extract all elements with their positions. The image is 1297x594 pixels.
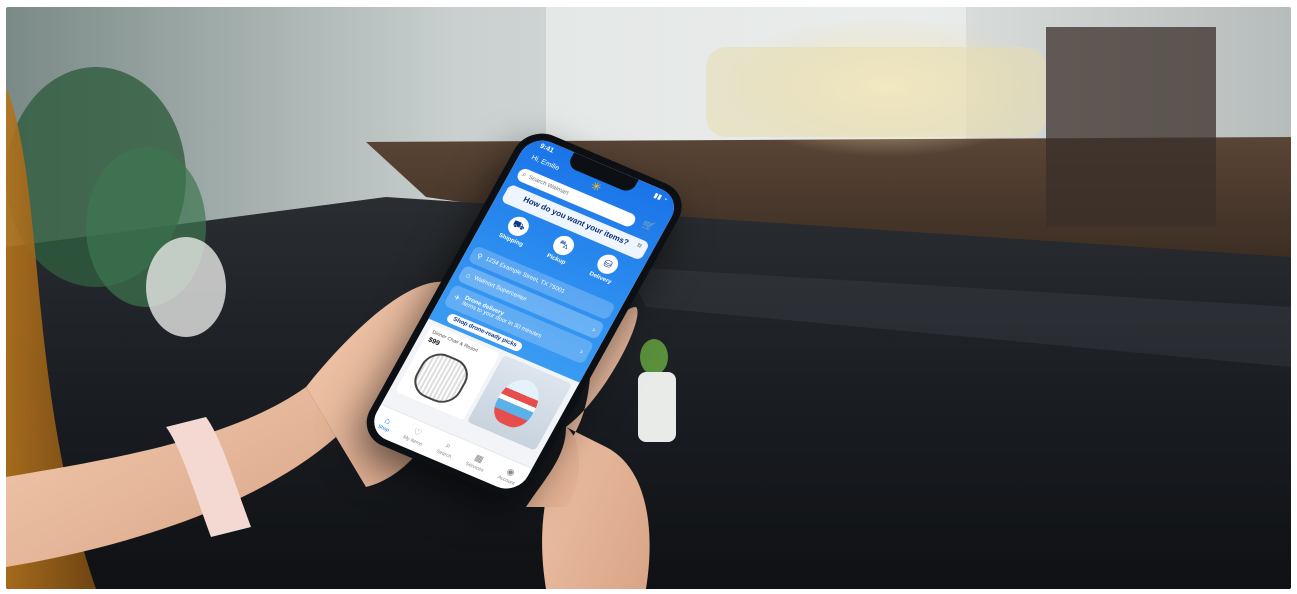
tab-shop[interactable]: ⌂ Shop (377, 414, 396, 433)
search-icon: ⌕ (443, 440, 454, 451)
drone-icon: ✈ (452, 294, 462, 303)
background-scene (6, 7, 1291, 589)
tab-label: Search (434, 448, 453, 460)
location-pin-icon: ⚲ (475, 252, 484, 262)
photo-frame: 9:41 ▮▮ ◔ Hi, Emilie ✳ ⌕ 🛒 How do you wa… (6, 7, 1291, 589)
tab-search[interactable]: ⌕ Search (435, 438, 458, 460)
tab-services[interactable]: ▦ Services (464, 450, 490, 473)
sno-cone-image (487, 373, 547, 433)
store-icon: ⌂ (464, 271, 473, 280)
tab-account[interactable]: ◉ Account (496, 464, 521, 487)
chevron-right-icon: › (590, 324, 598, 334)
home-icon: ⌂ (382, 414, 393, 426)
tab-my-items[interactable]: ♡ My Items (402, 424, 429, 447)
chair-image (407, 347, 475, 409)
chevron-right-icon: › (578, 346, 586, 356)
